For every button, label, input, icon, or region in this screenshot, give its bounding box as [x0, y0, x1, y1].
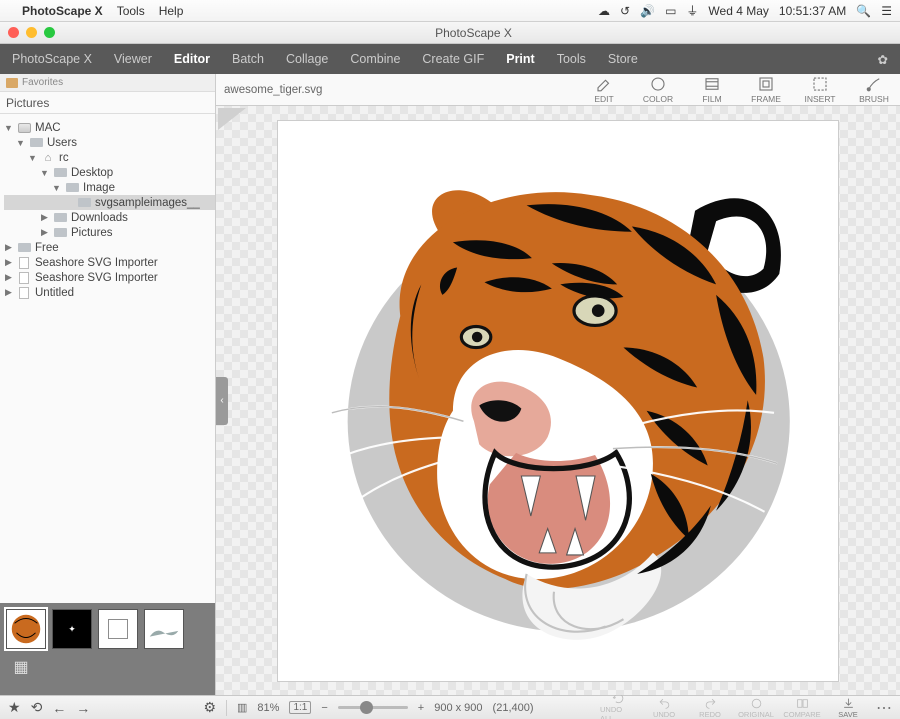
action-save[interactable]: SAVE	[830, 697, 866, 719]
tree-rc[interactable]: rc	[59, 152, 69, 164]
folder-tree[interactable]: ▼MAC ▼Users ▼⌂rc ▼Desktop ▼Image svgsamp…	[0, 114, 215, 603]
tree-untitled[interactable]: Untitled	[35, 287, 74, 299]
star-icon[interactable]: ★	[8, 699, 21, 716]
sidebar-collapse-button[interactable]: ‹	[216, 377, 228, 425]
more-icon[interactable]: ⋯	[876, 698, 892, 718]
histogram-icon[interactable]: ▥	[237, 701, 247, 714]
zoom-percent[interactable]: 81%	[257, 702, 279, 714]
zoom-in-button[interactable]: +	[418, 702, 424, 714]
corner-flag-icon	[218, 108, 246, 130]
image-canvas[interactable]	[278, 121, 838, 681]
window-minimize-button[interactable]	[26, 27, 37, 38]
thumb-2[interactable]: ✦	[52, 609, 92, 649]
menu-icon[interactable]: ☰	[881, 4, 892, 18]
favorites-label: Favorites	[22, 77, 63, 88]
zoom-slider[interactable]	[338, 706, 408, 709]
tool-frame[interactable]: FRAME	[748, 75, 784, 104]
pictures-label[interactable]: Pictures	[0, 92, 215, 114]
tab-print[interactable]: Print	[506, 52, 534, 66]
tree-free[interactable]: Free	[35, 242, 59, 254]
tab-batch[interactable]: Batch	[232, 52, 264, 66]
tree-seashore1[interactable]: Seashore SVG Importer	[35, 257, 158, 269]
action-undo[interactable]: UNDO	[646, 697, 682, 719]
tab-store[interactable]: Store	[608, 52, 638, 66]
menubar-time[interactable]: 10:51:37 AM	[779, 4, 846, 18]
tool-insert[interactable]: INSERT	[802, 75, 838, 104]
tool-color[interactable]: COLOR	[640, 75, 676, 104]
app-toolbar: PhotoScape X Viewer Editor Batch Collage…	[0, 44, 900, 74]
back-icon[interactable]: ←	[52, 700, 66, 716]
tree-downloads[interactable]: Downloads	[71, 212, 128, 224]
tree-svgfolder[interactable]: svgsampleimages__	[95, 197, 200, 209]
sync-icon[interactable]: ↺	[620, 4, 630, 18]
gear-icon[interactable]: ⚙	[203, 699, 216, 716]
tool-brush[interactable]: BRUSH	[856, 75, 892, 104]
cursor-coords: (21,400)	[493, 702, 534, 714]
image-dimensions: 900 x 900	[434, 702, 482, 714]
volume-icon[interactable]: 🔊	[640, 4, 655, 18]
action-original[interactable]: ORIGINAL	[738, 697, 774, 719]
thumb-4[interactable]	[144, 609, 184, 649]
folder-icon	[6, 78, 18, 88]
editor-panel: awesome_tiger.svg EDIT COLOR FILM FRAME …	[216, 74, 900, 695]
tool-edit[interactable]: EDIT	[586, 75, 622, 104]
tree-users[interactable]: Users	[47, 137, 77, 149]
thumb-3[interactable]	[98, 609, 138, 649]
tab-tools[interactable]: Tools	[557, 52, 586, 66]
tree-desktop[interactable]: Desktop	[71, 167, 113, 179]
refresh-icon[interactable]: ⟲	[31, 699, 43, 716]
tab-combine[interactable]: Combine	[350, 52, 400, 66]
zoom-ratio[interactable]: 1:1	[289, 701, 311, 714]
menubar-item-help[interactable]: Help	[159, 4, 184, 18]
canvas-area[interactable]: ‹	[216, 106, 900, 695]
current-filename: awesome_tiger.svg	[224, 84, 322, 96]
tool-film[interactable]: FILM	[694, 75, 730, 104]
tree-seashore2[interactable]: Seashore SVG Importer	[35, 272, 158, 284]
window-maximize-button[interactable]	[44, 27, 55, 38]
action-compare[interactable]: COMPARE	[784, 697, 820, 719]
cloud-icon[interactable]: ☁︎	[598, 4, 610, 18]
menubar-date[interactable]: Wed 4 May	[708, 4, 768, 18]
editor-topbar: awesome_tiger.svg EDIT COLOR FILM FRAME …	[216, 74, 900, 106]
action-undoall[interactable]: UNDO ALL	[600, 692, 636, 719]
forward-icon[interactable]: →	[76, 700, 90, 716]
menubar-item-tools[interactable]: Tools	[117, 4, 145, 18]
macos-menubar: PhotoScape X Tools Help ☁︎ ↺ 🔊 ▭ ⏚ Wed 4…	[0, 0, 900, 22]
thumbnail-strip: ✦ ▦	[0, 603, 215, 695]
window-close-button[interactable]	[8, 27, 19, 38]
thumb-tiger[interactable]	[6, 609, 46, 649]
action-redo[interactable]: REDO	[692, 697, 728, 719]
window-title: PhotoScape X	[55, 26, 892, 40]
tab-viewer[interactable]: Viewer	[114, 52, 152, 66]
tree-mac[interactable]: MAC	[35, 122, 61, 134]
window-titlebar: PhotoScape X	[0, 22, 900, 44]
bottom-bar: ★ ⟲ ← → ⚙ ▥ 81% 1:1 − + 900 x 900 (21,40…	[0, 695, 900, 719]
display-icon[interactable]: ▭	[665, 4, 676, 18]
favorites-bar[interactable]: Favorites	[0, 74, 215, 92]
menubar-app-name[interactable]: PhotoScape X	[22, 4, 103, 18]
tree-pictures[interactable]: Pictures	[71, 227, 113, 239]
tab-photoscapex[interactable]: PhotoScape X	[12, 52, 92, 66]
tab-editor[interactable]: Editor	[174, 52, 210, 66]
wifi-icon[interactable]: ⏚	[686, 2, 698, 19]
sidebar: Favorites Pictures ▼MAC ▼Users ▼⌂rc ▼Des…	[0, 74, 216, 695]
tab-creategif[interactable]: Create GIF	[422, 52, 484, 66]
tree-image[interactable]: Image	[83, 182, 115, 194]
tab-collage[interactable]: Collage	[286, 52, 328, 66]
settings-gear-icon[interactable]: ✿	[878, 52, 888, 67]
spotlight-icon[interactable]: 🔍	[856, 4, 871, 18]
thumb-grid-button[interactable]: ▦	[6, 655, 36, 679]
zoom-out-button[interactable]: −	[321, 702, 327, 714]
